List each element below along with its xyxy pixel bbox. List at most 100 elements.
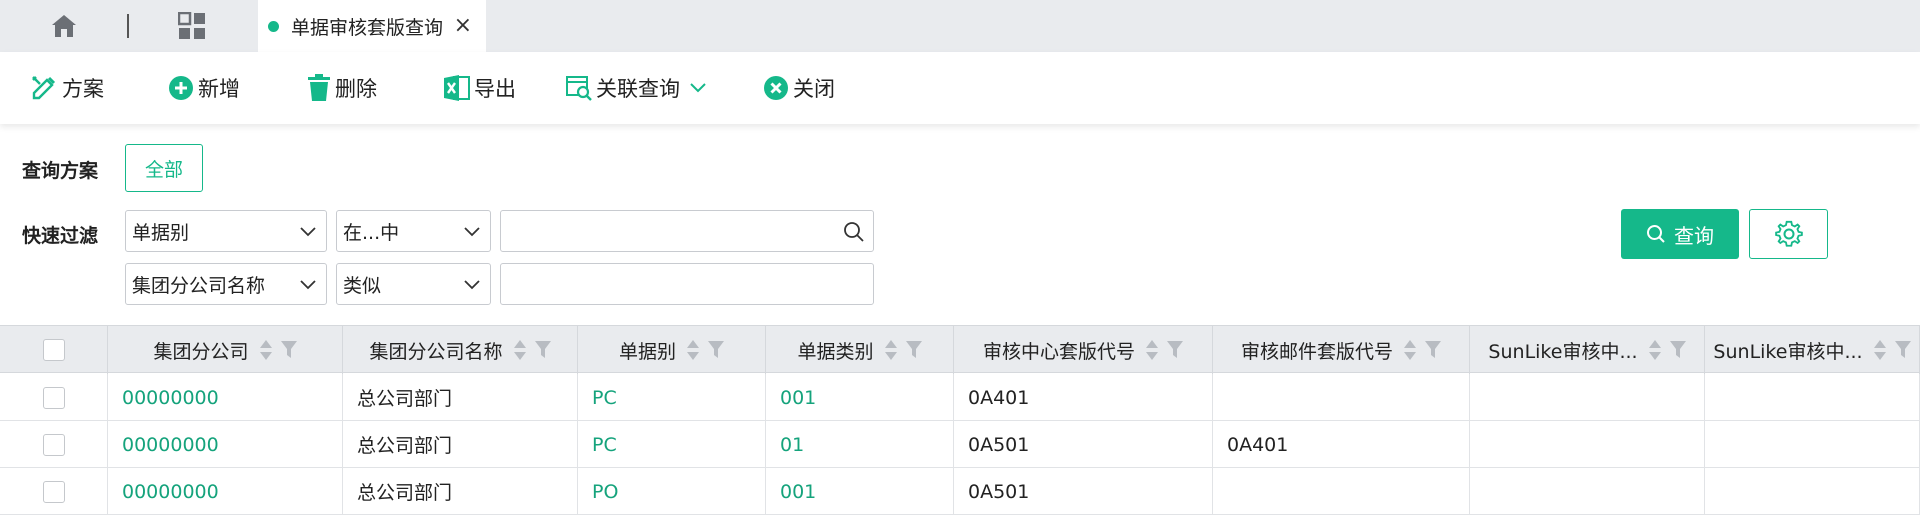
home-icon[interactable] [50,12,78,40]
table-row[interactable]: 00000000 总公司部门 PC 001 0A401 [0,374,1920,421]
scheme-button[interactable]: 方案 [30,70,104,106]
column-header[interactable]: SunLike审核中... [1705,326,1920,374]
scheme-all-button[interactable]: 全部 [125,144,203,192]
cell-link[interactable]: PC [592,387,617,409]
table-cell[interactable]: 00000000 [108,468,343,515]
table-cell[interactable]: PC [578,374,766,421]
cell-link[interactable]: PC [592,434,617,456]
add-button[interactable]: 新增 [168,70,240,106]
filter2-operator-select[interactable]: 类似 [336,263,491,305]
column-header[interactable]: SunLike审核中... [1470,326,1705,374]
tab-bar: 单据审核套版查询 × [0,0,1920,52]
filter-icon[interactable] [1669,341,1686,359]
search-icon[interactable] [843,221,865,243]
filter1-field-select[interactable]: 单据别 [125,210,327,252]
close-circle-icon [764,76,788,100]
filter1-field-value: 单据别 [132,221,190,244]
table-header: 集团分公司 集团分公司名称 单据别 单据类别 审核中心套版代号 审核邮件套版代号 SunLi… [0,325,1920,374]
column-header[interactable]: 审核中心套版代号 [954,326,1213,374]
chevron-down-icon [464,227,480,237]
filter-icon[interactable] [1167,341,1183,359]
sort-icon[interactable] [1403,339,1417,361]
filter-icon[interactable] [1894,341,1911,359]
table-cell [1213,468,1470,515]
link-query-icon [566,76,592,101]
search-icon [1647,225,1665,243]
scheme-label: 方案 [62,77,104,101]
filter-icon[interactable] [1425,341,1441,359]
close-label: 关闭 [793,77,835,101]
cell-link[interactable]: 001 [780,387,816,409]
table-cell[interactable]: 01 [766,421,954,468]
delete-button[interactable]: 删除 [307,70,377,106]
export-button[interactable]: 导出 [444,70,516,106]
export-label: 导出 [474,77,516,101]
query-button[interactable]: 查询 [1621,209,1739,259]
table-cell: 总公司部门 [343,374,578,421]
sort-icon[interactable] [1145,339,1159,361]
column-header[interactable]: 集团分公司名称 [343,326,578,374]
tab-document-audit-template[interactable]: 单据审核套版查询 × [258,0,486,52]
cell-text: 总公司部门 [357,435,453,457]
column-header[interactable]: 集团分公司 [108,326,343,374]
link-query-button[interactable]: 关联查询 [566,70,706,106]
table-cell [1705,421,1920,468]
table-row[interactable]: 00000000 总公司部门 PO 001 0A501 [0,468,1920,515]
row-checkbox[interactable] [42,433,65,456]
column-header[interactable]: 审核邮件套版代号 [1213,326,1470,374]
filter-icon[interactable] [280,341,297,359]
filter-icon[interactable] [905,341,922,359]
cell-link[interactable]: 01 [780,434,804,456]
tab-label: 单据审核套版查询 [291,16,444,39]
sort-icon[interactable] [884,339,898,361]
table-row[interactable]: 00000000 总公司部门 PC 01 0A501 0A401 [0,421,1920,468]
sort-icon[interactable] [259,339,273,361]
table-cell[interactable]: PC [578,421,766,468]
cell-text: 总公司部门 [357,388,453,410]
column-header[interactable]: 单据别 [578,326,766,374]
column-header-label: 单据类别 [797,340,874,363]
table-cell [1705,468,1920,515]
delete-label: 删除 [335,77,377,101]
filter2-operator-value: 类似 [343,274,382,297]
filter2-field-select[interactable]: 集团分公司名称 [125,263,327,305]
column-header[interactable]: 单据类别 [766,326,954,374]
query-scheme-label: 查询方案 [22,160,99,182]
excel-icon [444,75,470,101]
filter1-operator-select[interactable]: 在...中 [336,210,491,252]
column-header-label: SunLike审核中... [1713,340,1863,363]
apps-grid-icon[interactable] [177,11,206,40]
table-cell[interactable]: 001 [766,374,954,421]
filter-icon[interactable] [708,341,724,359]
row-checkbox[interactable] [42,386,65,409]
toolbar: 方案 新增 删除 导出 关联查询 关闭 [0,52,1920,124]
cell-link[interactable]: 001 [780,481,816,503]
tab-close-icon[interactable]: × [454,15,472,37]
sort-icon[interactable] [1873,339,1887,361]
select-all-checkbox[interactable] [42,339,65,361]
table-cell: 0A401 [1213,421,1470,468]
scheme-icon [32,76,56,100]
sort-icon[interactable] [513,339,527,361]
table-cell[interactable]: 001 [766,468,954,515]
filter1-value-input[interactable] [500,210,874,252]
sort-icon[interactable] [1648,339,1662,361]
cell-link[interactable]: 00000000 [122,387,219,409]
table-cell[interactable]: 00000000 [108,374,343,421]
table-cell[interactable]: PO [578,468,766,515]
settings-button[interactable] [1749,209,1828,259]
close-button[interactable]: 关闭 [763,70,835,106]
cell-link[interactable]: 00000000 [122,434,219,456]
row-checkbox[interactable] [42,480,65,503]
filter-icon[interactable] [534,341,551,359]
cell-text: 0A501 [968,480,1030,503]
table-cell [1705,374,1920,421]
add-label: 新增 [198,77,240,101]
sort-icon[interactable] [686,339,700,361]
table-cell [1213,374,1470,421]
table-cell[interactable]: 00000000 [108,421,343,468]
filter2-value-input[interactable] [500,263,874,305]
cell-link[interactable]: 00000000 [122,481,219,503]
cell-text: 0A401 [968,386,1030,409]
cell-link[interactable]: PO [592,481,618,503]
